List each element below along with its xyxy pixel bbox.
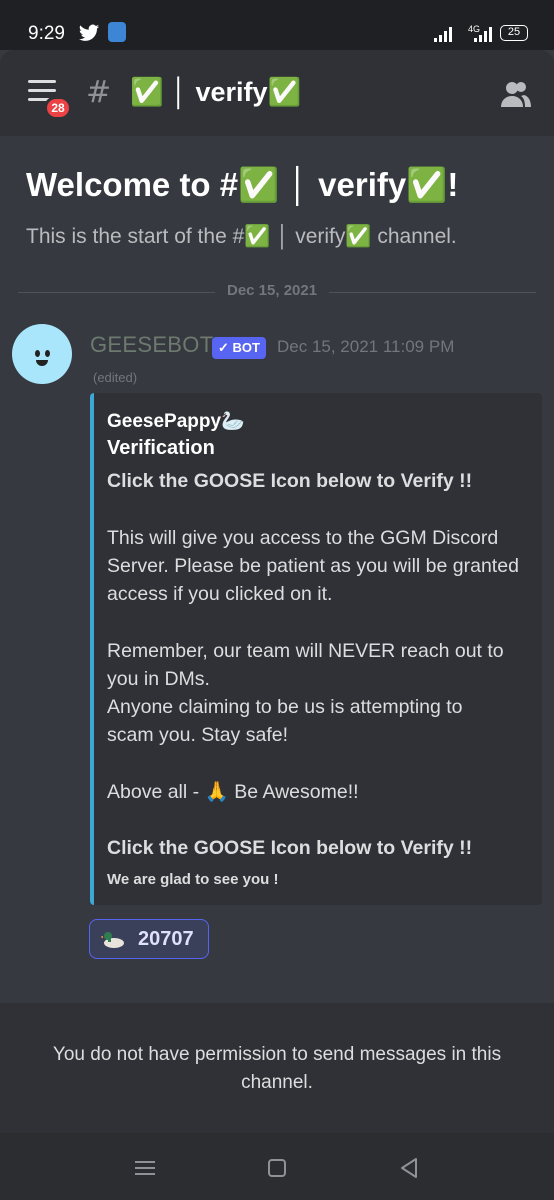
embed-line: Above all - 🙏 Be Awesome!!	[107, 781, 359, 803]
date-divider-label: Dec 15, 2021	[215, 282, 330, 299]
notification-badge: 28	[44, 96, 72, 120]
cell-signal-icon	[474, 26, 492, 42]
message-embed: GeesePappy🦢 Verification Click the GOOSE…	[90, 393, 542, 905]
embed-line: Anyone claiming to be us is attempting t…	[107, 696, 463, 718]
message-author[interactable]: GEESEBOT	[90, 332, 213, 358]
goose-emoji-icon	[101, 932, 124, 948]
embed-line: you in DMs.	[107, 668, 210, 690]
embed-author: GeesePappy🦢	[107, 411, 245, 432]
no-permission-bar: You do not have permission to send messa…	[0, 1003, 554, 1133]
hashtag-icon: #	[86, 75, 112, 110]
battery-icon: 25	[500, 25, 528, 41]
bot-avatar[interactable]	[12, 324, 72, 384]
edited-label: (edited)	[93, 370, 138, 385]
embed-line: scam you. Stay safe!	[107, 724, 288, 746]
embed-footer: We are glad to see you !	[107, 871, 279, 888]
status-time: 9:29	[28, 23, 65, 44]
embed-line: Remember, our team will NEVER reach out …	[107, 640, 504, 662]
welcome-subtitle: This is the start of the #✅ │ verify✅ ch…	[26, 225, 457, 248]
reaction-button[interactable]: 20707	[89, 919, 209, 959]
wifi-signal-icon	[434, 26, 452, 42]
system-nav-bar	[0, 1133, 554, 1200]
app-notification-icon	[108, 22, 126, 42]
channel-title: ✅ │ verify✅	[130, 77, 302, 107]
twitter-icon	[78, 24, 100, 41]
reaction-count: 20707	[138, 928, 194, 950]
welcome-title: Welcome to #✅ │ verify✅!	[26, 166, 459, 203]
home-icon[interactable]	[262, 1153, 292, 1183]
recents-icon[interactable]	[130, 1153, 160, 1183]
status-bar: 9:29 4G 25	[0, 0, 554, 50]
embed-line: Click the GOOSE Icon below to Verify !!	[107, 837, 473, 859]
no-permission-text: You do not have permission to send messa…	[52, 1044, 502, 1093]
embed-line: Server. Please be patient as you will be…	[107, 555, 519, 577]
embed-line: access if you clicked on it.	[107, 583, 333, 605]
embed-line: This will give you access to the GGM Dis…	[107, 527, 499, 549]
avatar-eye	[35, 350, 40, 357]
avatar-mouth	[36, 360, 48, 366]
channel-header: 28 # ✅ │ verify✅	[0, 50, 554, 136]
embed-line: Click the GOOSE Icon below to Verify !!	[107, 470, 473, 492]
embed-title: Verification	[107, 437, 215, 459]
message-timestamp: Dec 15, 2021 11:09 PM	[277, 337, 455, 356]
avatar-eye	[45, 350, 50, 357]
members-icon[interactable]	[500, 80, 532, 108]
back-icon[interactable]	[394, 1153, 424, 1183]
bot-tag: ✓ BOT	[212, 337, 266, 359]
